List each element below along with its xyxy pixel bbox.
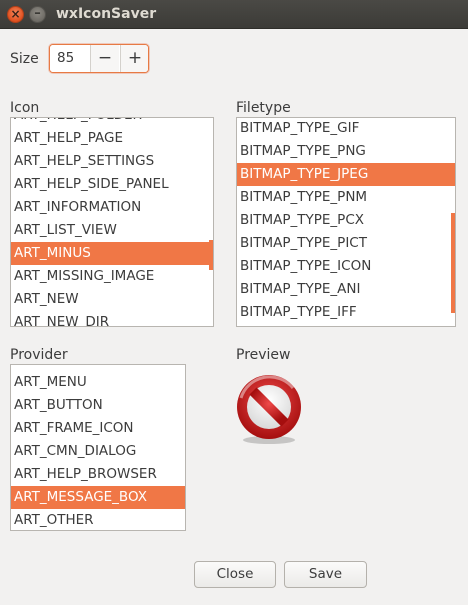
save-button[interactable]: Save xyxy=(284,561,367,588)
list-item[interactable]: BITMAP_TYPE_ICON xyxy=(237,255,455,278)
title-bar: × – wxIconSaver xyxy=(0,0,468,29)
preview-label: Preview xyxy=(236,347,291,363)
window-close-button[interactable]: × xyxy=(7,6,24,23)
filetype-list-scroll-indicator[interactable] xyxy=(451,213,455,313)
list-item[interactable]: ART_FRAME_ICON xyxy=(11,417,185,440)
list-item[interactable]: BITMAP_TYPE_JPEG xyxy=(237,163,455,186)
close-button[interactable]: Close xyxy=(194,561,276,588)
list-item[interactable]: ART_OTHER xyxy=(11,509,185,530)
icon-list[interactable]: ART_HELP_FOLDERART_HELP_PAGEART_HELP_SET… xyxy=(10,117,214,327)
list-item[interactable]: ART_MENU xyxy=(11,371,185,394)
list-item[interactable]: ART_INFORMATION xyxy=(11,196,213,219)
size-label: Size xyxy=(10,51,39,67)
list-item[interactable]: BITMAP_TYPE_ANI xyxy=(237,278,455,301)
list-item[interactable]: ART_HELP_FOLDER xyxy=(11,118,213,127)
list-item[interactable]: ART_HELP_BROWSER xyxy=(11,463,185,486)
size-decrement-button[interactable]: − xyxy=(90,45,119,72)
size-increment-button[interactable]: + xyxy=(120,45,148,72)
list-item[interactable]: BITMAP_TYPE_PCX xyxy=(237,209,455,232)
window-title: wxIconSaver xyxy=(56,6,157,22)
list-item[interactable]: ART_CMN_DIALOG xyxy=(11,440,185,463)
close-icon: × xyxy=(10,7,21,21)
list-item[interactable]: ART_BUTTON xyxy=(11,394,185,417)
icon-label: Icon xyxy=(10,100,40,116)
list-item[interactable]: BITMAP_TYPE_GIF xyxy=(237,118,455,140)
list-item[interactable]: BITMAP_TYPE_PICT xyxy=(237,232,455,255)
icon-list-scroll-indicator[interactable] xyxy=(209,240,213,270)
list-item[interactable]: ART_LIST_VIEW xyxy=(11,219,213,242)
list-item[interactable]: ART_MESSAGE_BOX xyxy=(11,486,185,509)
size-spinner: − + xyxy=(49,44,149,73)
list-item[interactable]: ART_HELP_PAGE xyxy=(11,127,213,150)
list-item[interactable]: ART_HELP_SIDE_PANEL xyxy=(11,173,213,196)
filetype-list[interactable]: BITMAP_TYPE_GIF BITMAP_TYPE_PNG BITMAP_TYP… xyxy=(236,117,456,327)
list-item[interactable]: BITMAP_TYPE_IFF xyxy=(237,301,455,324)
provider-list[interactable]: ART_MENU ART_BUTTON ART_FRAME_ICON ART_CMN_… xyxy=(10,364,186,531)
no-entry-icon xyxy=(233,374,305,446)
provider-label: Provider xyxy=(10,347,68,363)
list-item[interactable]: ART_NEW xyxy=(11,288,213,311)
list-item[interactable]: ART_NEW_DIR xyxy=(11,311,213,326)
window-minimize-button[interactable]: – xyxy=(29,6,46,23)
size-input[interactable] xyxy=(50,45,90,72)
list-item[interactable]: BITMAP_TYPE_PNG xyxy=(237,140,455,163)
list-item[interactable]: BITMAP_TYPE_PNM xyxy=(237,186,455,209)
filetype-label: Filetype xyxy=(236,100,291,116)
list-item[interactable]: ART_HELP_SETTINGS xyxy=(11,150,213,173)
minimize-icon: – xyxy=(34,6,41,21)
list-item[interactable]: ART_MISSING_IMAGE xyxy=(11,265,213,288)
list-item[interactable]: ART_MINUS xyxy=(11,242,213,265)
